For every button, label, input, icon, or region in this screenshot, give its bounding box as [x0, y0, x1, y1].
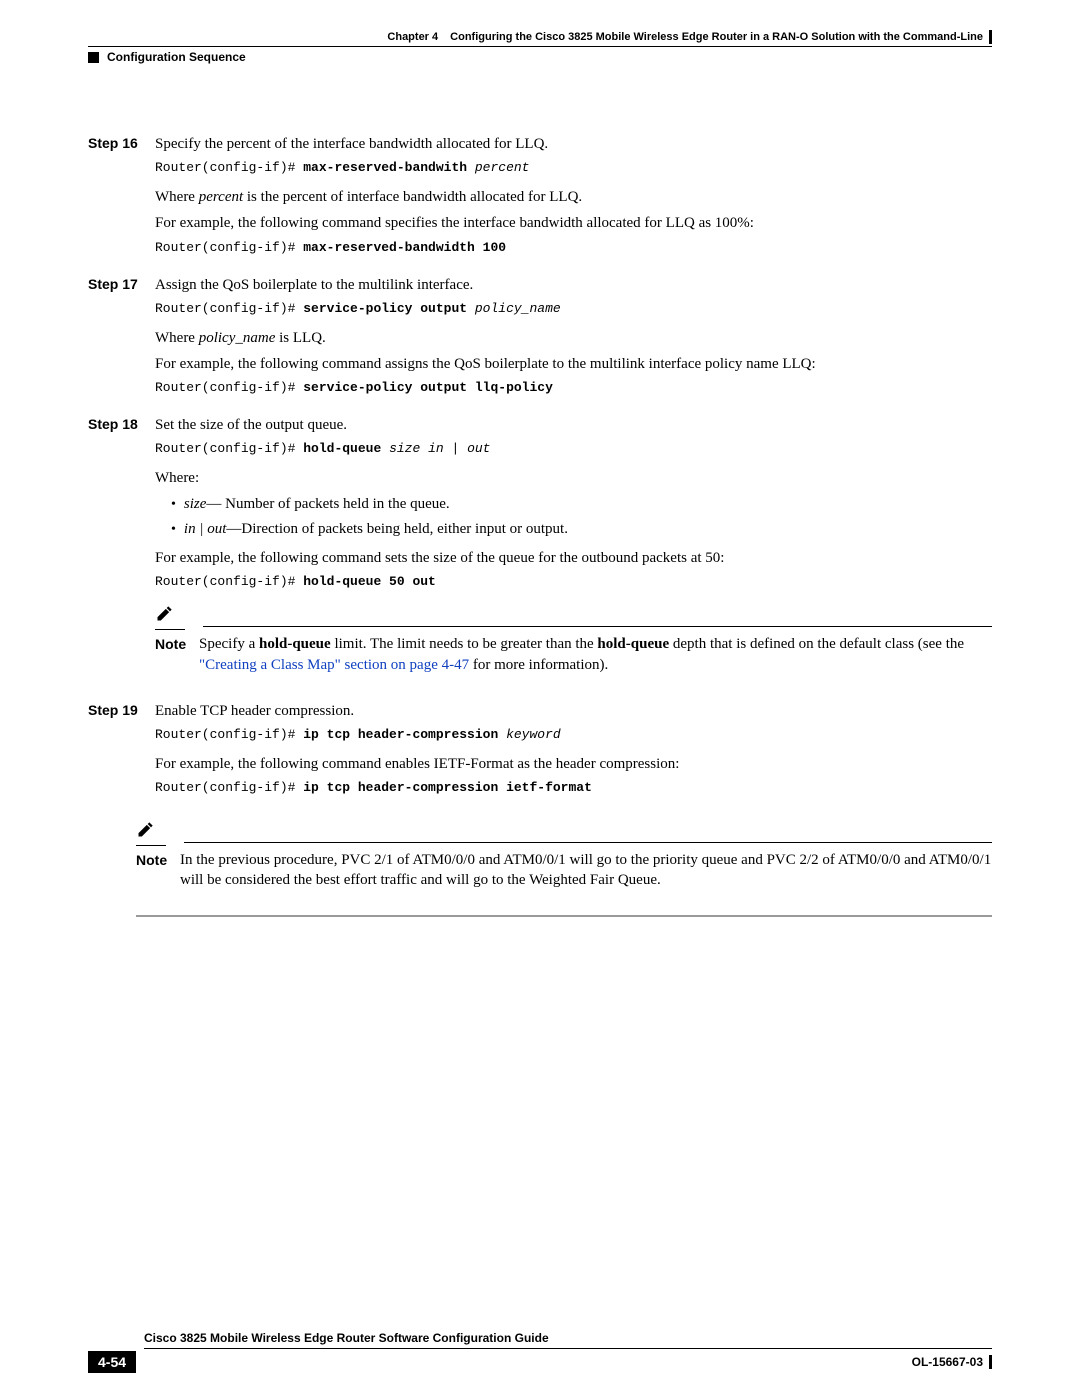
cross-reference-link[interactable]: "Creating a Class Map" section on page 4…: [199, 657, 469, 673]
step-17: Step 17 Assign the QoS boilerplate to th…: [88, 275, 992, 408]
pencil-icon: [155, 603, 175, 628]
text: Specify a: [199, 636, 259, 652]
text: limit. The limit needs to be greater tha…: [331, 636, 598, 652]
page-header: Chapter 4 Configuring the Cisco 3825 Mob…: [88, 30, 992, 44]
list-item: size— Number of packets held in the queu…: [171, 494, 992, 515]
step-label: Step 16: [88, 134, 155, 267]
footer-rule: [144, 1348, 992, 1349]
step-intro: Specify the percent of the interface ban…: [155, 134, 992, 154]
command-line: Router(config-if)# max-reserved-bandwidt…: [155, 240, 992, 257]
cmd-arg: keyword: [506, 727, 561, 742]
cmd-keyword: service-policy output: [303, 301, 475, 316]
cmd-arg: size in | out: [389, 441, 490, 456]
where-clause: Where percent is the percent of interfac…: [155, 187, 992, 207]
pencil-icon: [136, 819, 156, 844]
cmd-prompt: Router(config-if)#: [155, 160, 303, 175]
cmd-prompt: Router(config-if)#: [155, 780, 303, 795]
section-marker-icon: [88, 52, 99, 63]
header-bar-icon: [989, 30, 992, 44]
example-text: For example, the following command enabl…: [155, 754, 992, 774]
arg-name: percent: [199, 189, 243, 205]
chapter-number: Chapter 4: [387, 31, 438, 43]
step-intro: Assign the QoS boilerplate to the multil…: [155, 275, 992, 295]
example-text: For example, the following command sets …: [155, 548, 992, 568]
example-text: For example, the following command assig…: [155, 354, 992, 374]
text: —Direction of packets being held, either…: [226, 521, 568, 537]
note-block-final: Note In the previous procedure, PVC 2/1 …: [136, 819, 992, 891]
text: Where: [155, 189, 199, 205]
command-line: Router(config-if)# service-policy output…: [155, 380, 992, 397]
cmd-keyword: ip tcp header-compression: [303, 727, 506, 742]
document-id: OL-15667-03: [912, 1355, 983, 1369]
cmd-prompt: Router(config-if)#: [155, 441, 303, 456]
step-label: Step 17: [88, 275, 155, 408]
cmd-keyword: hold-queue: [303, 441, 389, 456]
command-line: Router(config-if)# hold-queue size in | …: [155, 441, 992, 458]
cmd-arg: policy_name: [475, 301, 561, 316]
header-rule: [88, 46, 992, 47]
page-number: 4-54: [88, 1351, 136, 1373]
text: depth that is defined on the default cla…: [669, 636, 964, 652]
step-intro: Enable TCP header compression.: [155, 701, 992, 721]
chapter-title: Configuring the Cisco 3825 Mobile Wirele…: [450, 31, 983, 43]
cmd-prompt: Router(config-if)#: [155, 574, 303, 589]
list-item: in | out—Direction of packets being held…: [171, 519, 992, 540]
cmd-keyword: max-reserved-bandwidth 100: [303, 240, 506, 255]
where-label: Where:: [155, 468, 992, 488]
note-text: Specify a hold-queue limit. The limit ne…: [199, 634, 992, 675]
note-label: Note: [136, 850, 180, 891]
note-block: Note Specify a hold-queue limit. The lim…: [155, 603, 992, 675]
text: is the percent of interface bandwidth al…: [243, 189, 582, 205]
main-content: Step 16 Specify the percent of the inter…: [88, 134, 992, 917]
cmd-keyword: max-reserved-bandwith: [303, 160, 475, 175]
command-line: Router(config-if)# ip tcp header-compres…: [155, 727, 992, 744]
step-18: Step 18 Set the size of the output queue…: [88, 415, 992, 693]
cmd-prompt: Router(config-if)#: [155, 727, 303, 742]
arg-name: in | out: [184, 521, 226, 537]
text: — Number of packets held in the queue.: [206, 496, 449, 512]
text: is LLQ.: [275, 330, 325, 346]
command-line: Router(config-if)# service-policy output…: [155, 301, 992, 318]
cmd-prompt: Router(config-if)#: [155, 380, 303, 395]
command-line: Router(config-if)# ip tcp header-compres…: [155, 780, 992, 797]
where-clause: Where policy_name is LLQ.: [155, 328, 992, 348]
cmd-prompt: Router(config-if)#: [155, 301, 303, 316]
note-label: Note: [155, 634, 199, 675]
page-footer: Cisco 3825 Mobile Wireless Edge Router S…: [88, 1331, 992, 1373]
footer-bar-icon: [989, 1355, 992, 1369]
cmd-keyword: service-policy output llq-policy: [303, 380, 553, 395]
arg-name: policy_name: [199, 330, 276, 346]
example-text: For example, the following command speci…: [155, 213, 992, 233]
section-title: Configuration Sequence: [107, 50, 246, 64]
arg-name: size: [184, 496, 207, 512]
step-19: Step 19 Enable TCP header compression. R…: [88, 701, 992, 807]
command-line: Router(config-if)# max-reserved-bandwith…: [155, 160, 992, 177]
note-text: In the previous procedure, PVC 2/1 of AT…: [180, 850, 992, 891]
bold-text: hold-queue: [259, 636, 331, 652]
step-16: Step 16 Specify the percent of the inter…: [88, 134, 992, 267]
text: Where: [155, 330, 199, 346]
step-intro: Set the size of the output queue.: [155, 415, 992, 435]
step-label: Step 19: [88, 701, 155, 807]
guide-title: Cisco 3825 Mobile Wireless Edge Router S…: [144, 1331, 992, 1345]
bold-text: hold-queue: [597, 636, 669, 652]
section-end-rule: [136, 915, 992, 917]
step-label: Step 18: [88, 415, 155, 693]
subheader: Configuration Sequence: [88, 50, 992, 64]
cmd-keyword: hold-queue 50 out: [303, 574, 436, 589]
bullet-list: size— Number of packets held in the queu…: [171, 494, 992, 540]
cmd-keyword: ip tcp header-compression ietf-format: [303, 780, 592, 795]
cmd-prompt: Router(config-if)#: [155, 240, 303, 255]
cmd-arg: percent: [475, 160, 530, 175]
command-line: Router(config-if)# hold-queue 50 out: [155, 574, 992, 591]
text: for more information).: [469, 657, 608, 673]
